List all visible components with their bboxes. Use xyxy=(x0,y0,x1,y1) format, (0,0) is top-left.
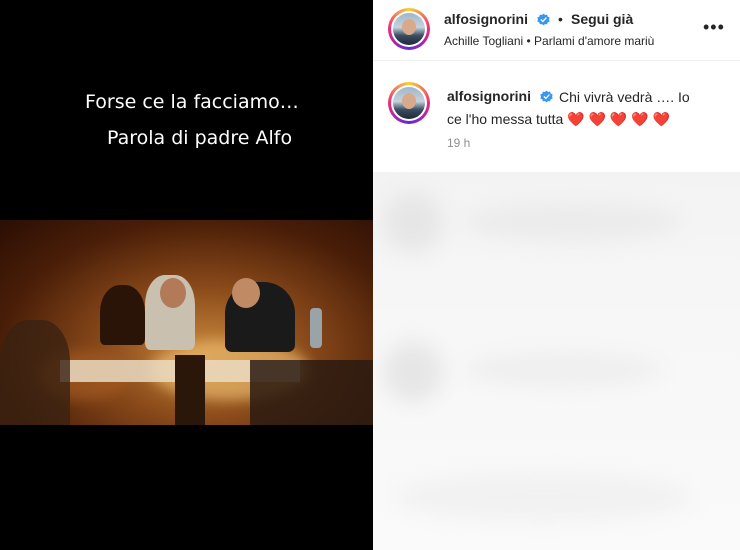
post-header: alfosignorini • Segui già Achille Toglia… xyxy=(373,0,740,61)
caption-text-line-1: Chi vivrà vedrà …. Io xyxy=(559,89,690,105)
blurred-comments-area xyxy=(373,172,740,550)
following-button[interactable]: Segui già xyxy=(571,11,633,27)
more-options-icon[interactable]: ••• xyxy=(703,17,725,38)
video-frame[interactable] xyxy=(0,220,373,425)
author-username[interactable]: alfosignorini xyxy=(444,11,528,27)
caption-text-line-2: ce l'ho messa tutta ❤️ ❤️ ❤️ ❤️ ❤️ xyxy=(447,111,670,127)
header-separator: • xyxy=(558,11,563,27)
post-timestamp[interactable]: 19 h xyxy=(447,136,470,150)
caption-line-1: Forse ce la facciamo… xyxy=(85,91,299,113)
caption-line-2: Parola di padre Alfo xyxy=(107,127,293,149)
audio-link[interactable]: Achille Togliani • Parlami d'amore mariù xyxy=(444,34,654,48)
comment-avatar[interactable] xyxy=(388,82,430,124)
verified-badge-icon xyxy=(540,90,553,103)
comment-username[interactable]: alfosignorini xyxy=(447,88,531,104)
post-media[interactable]: Forse ce la facciamo… Parola di padre Al… xyxy=(0,0,373,550)
verified-badge-icon xyxy=(537,13,550,26)
avatar[interactable] xyxy=(388,8,430,50)
post-sidebar: alfosignorini • Segui già Achille Toglia… xyxy=(373,0,740,550)
